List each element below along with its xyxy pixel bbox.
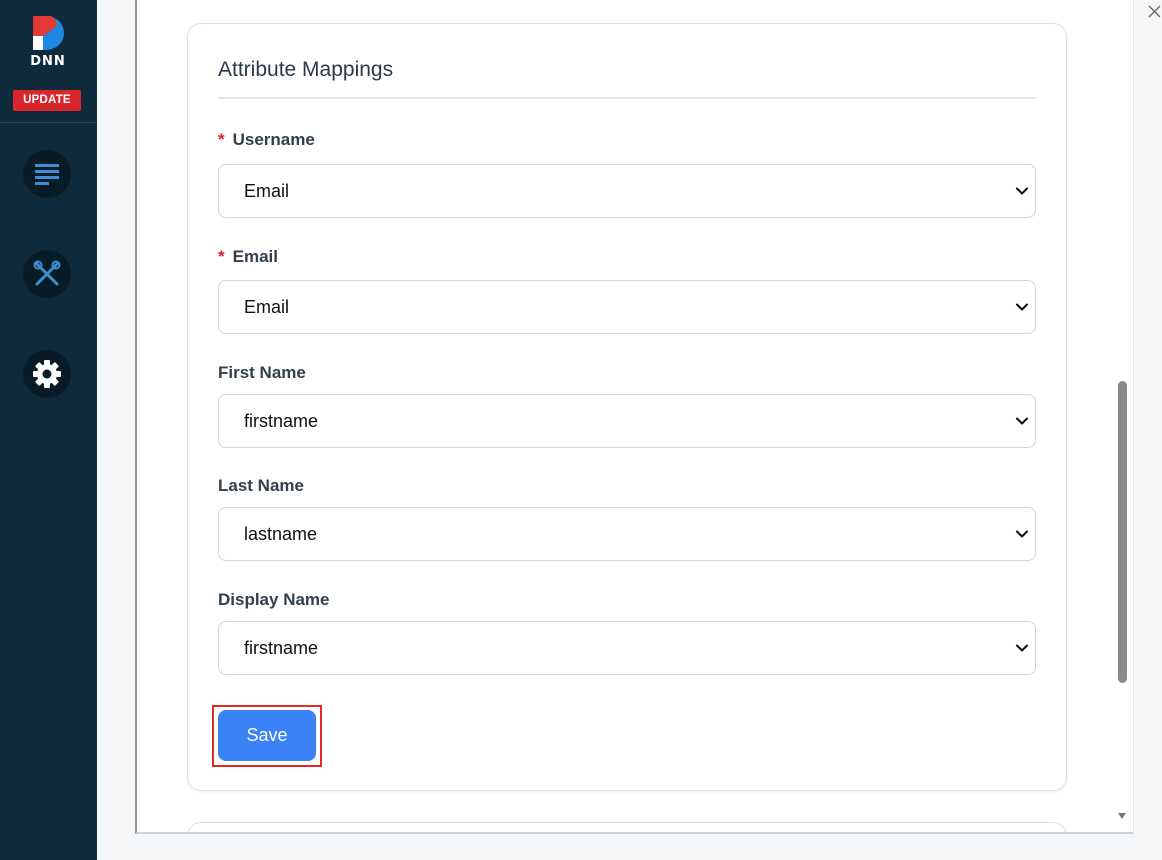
chevron-down-icon	[1016, 303, 1028, 311]
required-mark: *	[218, 130, 225, 149]
title-divider	[218, 97, 1036, 99]
next-card	[187, 822, 1067, 832]
email-label: * Email	[218, 247, 278, 266]
save-button[interactable]: Save	[218, 710, 316, 761]
close-icon[interactable]	[1147, 4, 1162, 19]
username-label: * Username	[218, 130, 315, 149]
username-select[interactable]: Email	[218, 164, 1036, 218]
display-name-label: Display Name	[218, 590, 330, 609]
chevron-down-icon	[1016, 530, 1028, 538]
sidebar: DNN UPDATE	[0, 0, 97, 860]
chevron-down-icon	[1016, 417, 1028, 425]
card-title: Attribute Mappings	[218, 58, 394, 81]
select-value: Email	[244, 296, 290, 317]
display-name-select[interactable]: firstname	[218, 621, 1036, 675]
sidebar-item-tools[interactable]	[23, 250, 71, 298]
dnn-logo[interactable]: DNN	[29, 14, 67, 69]
update-button[interactable]: UPDATE	[13, 90, 81, 111]
gear-icon	[33, 360, 61, 388]
attribute-mappings-card: Attribute Mappings * Username Email * Emai…	[187, 23, 1067, 791]
first-name-select[interactable]: firstname	[218, 394, 1036, 448]
last-name-select[interactable]: lastname	[218, 507, 1036, 561]
select-value: firstname	[244, 410, 319, 431]
first-name-label: First Name	[218, 363, 306, 382]
svg-text:DNN: DNN	[30, 54, 66, 66]
tools-icon	[33, 260, 61, 286]
chevron-down-icon	[1016, 187, 1028, 195]
content-panel: Attribute Mappings * Username Email * Emai…	[135, 0, 1134, 834]
sidebar-item-settings[interactable]	[23, 350, 71, 398]
select-value: firstname	[244, 637, 319, 658]
sidebar-item-content[interactable]	[23, 150, 71, 198]
scrollbar-thumb[interactable]	[1118, 381, 1127, 683]
select-value: Email	[244, 180, 290, 201]
required-mark: *	[218, 247, 225, 266]
sidebar-divider	[0, 122, 97, 123]
last-name-label: Last Name	[218, 476, 304, 495]
content-list-icon	[35, 164, 59, 185]
chevron-down-icon	[1016, 644, 1028, 652]
select-value: lastname	[244, 523, 318, 544]
scroll-down-arrow-icon[interactable]	[1117, 812, 1127, 820]
email-select[interactable]: Email	[218, 280, 1036, 334]
